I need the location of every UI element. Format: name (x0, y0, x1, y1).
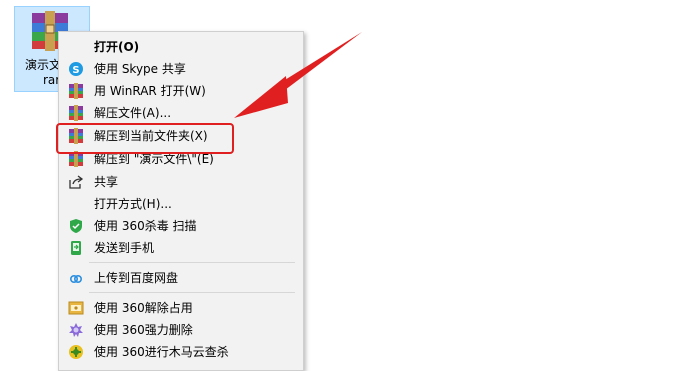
annotation-arrow (234, 32, 362, 118)
